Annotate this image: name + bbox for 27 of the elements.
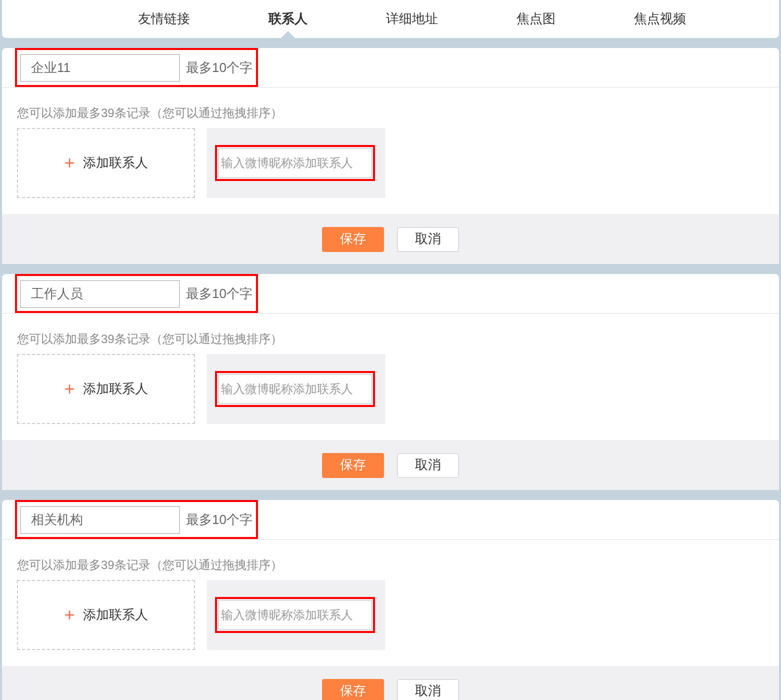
limit-hint: 最多10个字 — [186, 284, 252, 303]
add-contact-button[interactable]: + 添加联系人 — [17, 354, 195, 424]
tab-pointer-icon — [281, 31, 295, 38]
cancel-button[interactable]: 取消 — [397, 452, 459, 478]
tab[interactable]: 焦点视频 — [598, 0, 722, 38]
tab[interactable]: 联系人 — [226, 0, 350, 38]
tab[interactable]: 详细地址 — [350, 0, 474, 38]
limit-hint: 最多10个字 — [186, 58, 252, 77]
plus-icon: + — [64, 154, 75, 172]
weibo-nickname-field[interactable]: 输入微博昵称添加联系人 — [218, 374, 372, 404]
records-hint: 您可以添加最多39条记录（您可以通过拖拽排序） — [17, 331, 284, 348]
records-hint: 您可以添加最多39条记录（您可以通过拖拽排序） — [17, 557, 284, 574]
plus-icon: + — [64, 606, 75, 624]
tab[interactable]: 焦点图 — [474, 0, 598, 38]
add-contact-button[interactable]: + 添加联系人 — [17, 580, 195, 650]
weibo-nickname-field[interactable]: 输入微博昵称添加联系人 — [218, 600, 372, 630]
limit-hint: 最多10个字 — [186, 510, 252, 529]
name-field[interactable]: 工作人员 — [20, 280, 180, 308]
plus-icon: + — [64, 380, 75, 398]
cancel-button[interactable]: 取消 — [397, 226, 459, 252]
name-field[interactable]: 相关机构 — [20, 506, 180, 534]
weibo-nickname-field[interactable]: 输入微博昵称添加联系人 — [218, 148, 372, 178]
cancel-button[interactable]: 取消 — [397, 678, 459, 700]
tab[interactable]: 友情链接 — [102, 0, 226, 38]
name-field[interactable]: 企业11 — [20, 54, 180, 82]
records-hint: 您可以添加最多39条记录（您可以通过拖拽排序） — [17, 105, 284, 122]
add-contact-button[interactable]: + 添加联系人 — [17, 128, 195, 198]
